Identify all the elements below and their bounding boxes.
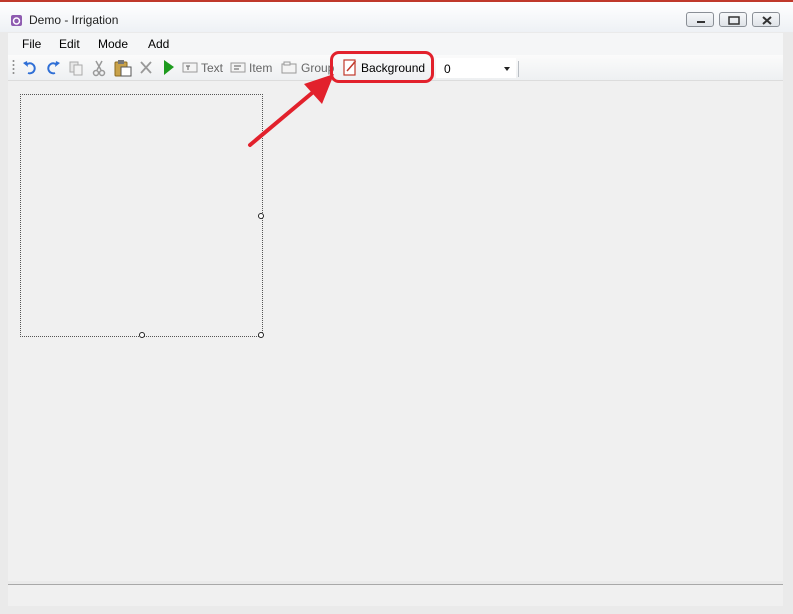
window-title: Demo - Irrigation (29, 13, 119, 27)
annotation-arrow-icon (248, 74, 334, 147)
close-button[interactable] (752, 12, 780, 27)
paste-button[interactable] (114, 59, 132, 77)
toolbar-grip-icon[interactable] (12, 59, 15, 77)
redo-icon (47, 61, 60, 75)
cut-button[interactable] (91, 59, 107, 77)
undo-icon (23, 61, 36, 75)
menu-edit[interactable]: Edit (59, 37, 80, 51)
text-field-icon (182, 62, 198, 73)
minimize-icon (697, 21, 705, 23)
chevron-down-icon[interactable] (504, 67, 510, 71)
cut-icon (92, 60, 106, 77)
design-canvas[interactable] (8, 81, 783, 581)
maximize-button[interactable] (719, 12, 747, 27)
add-text-button[interactable] (182, 59, 198, 77)
window-frame-right (785, 32, 793, 614)
window-frame-left (0, 32, 8, 614)
selected-area[interactable] (20, 94, 264, 338)
layer-select[interactable]: 0 (436, 58, 516, 78)
app-window: Demo - Irrigation File Edit Mode Add Tex… (0, 0, 793, 614)
menu-add[interactable]: Add (148, 37, 169, 51)
resize-handle-bottom[interactable] (139, 332, 145, 338)
add-text-label[interactable]: Text (201, 61, 223, 75)
minimize-button[interactable] (686, 12, 714, 27)
resize-handle-corner[interactable] (258, 332, 264, 338)
delete-button[interactable] (138, 59, 154, 77)
menu-file[interactable]: File (22, 37, 41, 51)
annotation-highlight-box (330, 51, 434, 83)
app-icon (11, 15, 22, 26)
copy-button[interactable] (68, 59, 84, 77)
layer-select-value: 0 (444, 62, 451, 76)
status-bar (8, 584, 783, 606)
undo-button[interactable] (22, 59, 38, 77)
restore-icon (728, 16, 740, 25)
close-icon (762, 16, 772, 25)
title-bar: Demo - Irrigation (0, 0, 793, 32)
play-icon (164, 60, 174, 75)
paste-icon (114, 60, 132, 77)
resize-handle-right[interactable] (258, 213, 264, 219)
run-button[interactable] (162, 59, 176, 77)
menu-mode[interactable]: Mode (98, 37, 128, 51)
delete-icon (140, 61, 152, 74)
toolbar-separator (518, 61, 519, 77)
copy-icon (69, 61, 83, 76)
redo-button[interactable] (45, 59, 61, 77)
